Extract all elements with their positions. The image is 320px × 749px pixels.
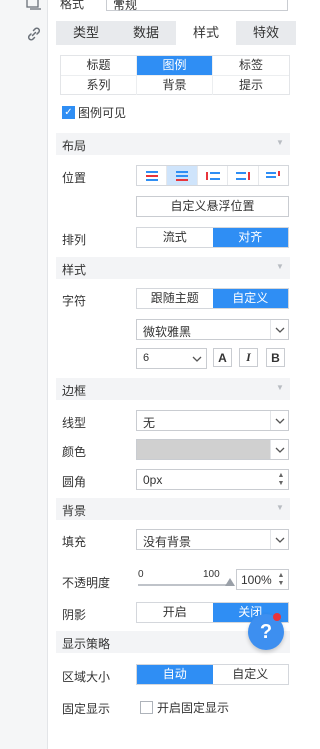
section-border[interactable]: 边框 ▼ xyxy=(56,378,290,400)
legend-visible-row[interactable]: ✓ 图例可见 xyxy=(62,104,126,120)
align-bottom-icon xyxy=(235,171,250,180)
legend-position-group xyxy=(136,165,289,186)
section-background-title: 背景 xyxy=(62,504,87,518)
section-style[interactable]: 样式 ▼ xyxy=(56,257,290,279)
opacity-slider-thumb[interactable] xyxy=(225,578,235,586)
line-style-label: 线型 xyxy=(62,416,87,430)
section-style-title: 样式 xyxy=(62,263,87,277)
chevron-down-icon xyxy=(270,530,288,549)
radius-label: 圆角 xyxy=(62,475,87,489)
fill-label: 填充 xyxy=(62,535,87,549)
collapse-arrow-icon: ▼ xyxy=(276,383,284,392)
sub-tabs: 标题 图例 标签 系列 背景 提示 xyxy=(60,55,290,95)
font-color-button[interactable]: A xyxy=(213,348,232,367)
color-label: 颜色 xyxy=(62,445,87,459)
align-left-icon xyxy=(205,171,220,180)
font-size-value: 6 xyxy=(143,352,150,364)
chevron-down-icon: ▼ xyxy=(113,0,125,10)
slider-max-label: 100 xyxy=(203,569,220,580)
chevron-down-icon xyxy=(188,349,206,368)
align-right-button[interactable] xyxy=(259,166,288,185)
italic-button[interactable]: I xyxy=(239,348,258,367)
stepper-icon[interactable]: ▲ ▼ xyxy=(274,470,288,489)
layers-icon[interactable] xyxy=(26,0,42,12)
subtab-title[interactable]: 标题 xyxy=(61,56,137,76)
font-family-select[interactable]: 微软雅黑 xyxy=(136,319,289,340)
tab-style[interactable]: 样式 xyxy=(176,21,236,45)
font-family-value: 微软雅黑 xyxy=(143,325,192,339)
font-source-toggle: 跟随主题 自定义 xyxy=(136,288,289,309)
section-display-title: 显示策略 xyxy=(62,637,111,651)
collapse-arrow-icon: ▼ xyxy=(276,138,284,147)
fixed-display-row[interactable]: 开启固定显示 xyxy=(140,699,229,716)
arrange-label: 排列 xyxy=(62,233,87,247)
font-label: 字符 xyxy=(62,294,87,308)
border-color-picker[interactable] xyxy=(136,439,289,460)
link-icon[interactable] xyxy=(26,26,42,42)
bold-button[interactable]: B xyxy=(266,348,285,367)
align-left-button[interactable] xyxy=(198,166,229,185)
area-size-custom-option[interactable]: 自定义 xyxy=(213,665,289,684)
font-size-select[interactable]: 6 xyxy=(136,348,207,369)
collapse-arrow-icon: ▼ xyxy=(276,262,284,271)
align-bottom-button[interactable] xyxy=(228,166,259,185)
opacity-slider-track[interactable] xyxy=(138,584,230,586)
left-rail xyxy=(0,0,48,749)
line-style-value: 无 xyxy=(143,416,156,430)
fixed-display-label: 固定显示 xyxy=(62,702,111,716)
area-size-toggle: 自动 自定义 xyxy=(136,664,289,685)
align-top-center-icon xyxy=(176,170,189,181)
collapse-arrow-icon: ▼ xyxy=(276,503,284,512)
opacity-label: 不透明度 xyxy=(62,576,111,590)
subtab-series[interactable]: 系列 xyxy=(61,76,137,95)
section-border-title: 边框 xyxy=(62,384,87,398)
custom-float-button[interactable]: 自定义悬浮位置 xyxy=(136,196,289,217)
subtab-background[interactable]: 背景 xyxy=(137,76,213,95)
notification-dot xyxy=(273,613,281,621)
subtab-tooltip[interactable]: 提示 xyxy=(213,76,289,95)
tab-data[interactable]: 数据 xyxy=(116,21,176,45)
stepper-icon[interactable]: ▲ ▼ xyxy=(274,570,288,589)
area-size-label: 区域大小 xyxy=(62,670,111,684)
format-select-row: 格式 常规 ▼ xyxy=(60,0,288,12)
fixed-display-checkbox[interactable] xyxy=(140,701,153,714)
fill-value: 没有背景 xyxy=(143,535,192,549)
align-right-icon xyxy=(266,170,281,178)
fixed-display-checkbox-label: 开启固定显示 xyxy=(157,701,230,715)
arrange-flow-option[interactable]: 流式 xyxy=(137,228,213,247)
align-top-center-button[interactable] xyxy=(167,166,198,185)
opacity-input[interactable]: 100% ▲ ▼ xyxy=(236,569,289,590)
section-layout-title: 布局 xyxy=(62,139,87,153)
tab-type[interactable]: 类型 xyxy=(56,21,116,45)
line-style-select[interactable]: 无 xyxy=(136,410,289,431)
font-custom-option[interactable]: 自定义 xyxy=(212,289,288,308)
fill-select[interactable]: 没有背景 xyxy=(136,529,289,550)
arrange-toggle: 流式 对齐 xyxy=(136,227,289,248)
format-select[interactable]: 常规 ▼ xyxy=(106,0,288,12)
subtab-legend[interactable]: 图例 xyxy=(137,56,213,76)
shadow-on-option[interactable]: 开启 xyxy=(137,603,213,622)
legend-visible-label: 图例可见 xyxy=(78,105,127,120)
tab-effects[interactable]: 特效 xyxy=(236,21,296,45)
font-follow-theme-option[interactable]: 跟随主题 xyxy=(137,289,213,308)
section-layout[interactable]: 布局 ▼ xyxy=(56,133,290,155)
opacity-value: 100% xyxy=(241,573,272,587)
chevron-down-icon xyxy=(270,320,288,339)
position-label: 位置 xyxy=(62,171,87,185)
chevron-down-icon xyxy=(270,411,288,430)
slider-min-label: 0 xyxy=(138,569,144,580)
radius-value: 0px xyxy=(143,473,163,487)
radius-input[interactable]: 0px ▲ ▼ xyxy=(136,469,289,490)
format-label: 格式 xyxy=(60,0,85,11)
legend-visible-checkbox[interactable]: ✓ xyxy=(62,105,75,119)
align-top-left-icon xyxy=(145,170,158,181)
align-top-left-button[interactable] xyxy=(137,166,168,185)
area-size-auto-option[interactable]: 自动 xyxy=(137,665,213,684)
section-background[interactable]: 背景 ▼ xyxy=(56,498,290,520)
subtab-label[interactable]: 标签 xyxy=(213,56,289,76)
arrange-align-option[interactable]: 对齐 xyxy=(212,228,288,247)
shadow-label: 阴影 xyxy=(62,608,87,622)
main-tabs: 类型 数据 样式 特效 xyxy=(56,21,296,45)
chevron-down-icon xyxy=(270,440,288,459)
